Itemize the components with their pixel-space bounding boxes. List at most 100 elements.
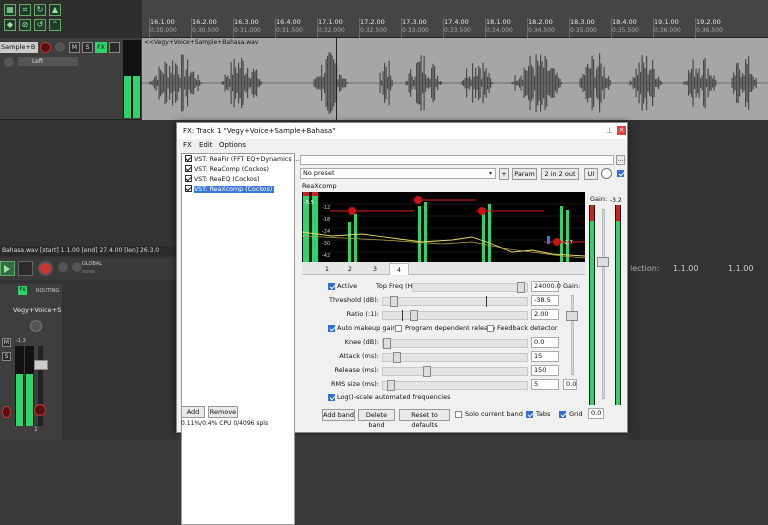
lock-icon[interactable]: ⊘ — [19, 19, 31, 31]
ratio-value[interactable]: 2.00 — [531, 309, 559, 320]
attack-value[interactable]: 15 — [531, 351, 559, 362]
param-button[interactable]: Param — [512, 168, 537, 180]
track-control-panel: Sample+B M S FX Left — [0, 38, 142, 120]
feedback-checkbox[interactable] — [487, 325, 494, 332]
mixer-arm-small[interactable] — [2, 406, 11, 418]
metronome-icon[interactable] — [72, 262, 82, 272]
top-freq-slider[interactable] — [412, 282, 528, 293]
threshold-slider[interactable] — [382, 296, 528, 307]
volume-knob[interactable] — [55, 42, 65, 52]
band-graph[interactable]: -12 -18 -24 -30 -42 -2.7 -5.5 — [302, 192, 585, 262]
route-selector[interactable]: Left — [18, 57, 78, 66]
plugin-item[interactable]: VST: ReaFir (FFT EQ+Dynamics ... — [185, 155, 300, 165]
track-env-button[interactable] — [109, 42, 120, 53]
ruler-measure-label: 17.1.00 — [318, 18, 343, 26]
track-fx-button[interactable]: FX — [95, 42, 107, 53]
bypass-checkbox[interactable] — [617, 170, 624, 177]
checkbox-icon[interactable] — [185, 175, 192, 182]
attack-slider[interactable] — [382, 352, 528, 363]
preset-dropdown[interactable]: No preset — [300, 168, 496, 179]
wet-knob[interactable] — [601, 168, 612, 179]
logscale-checkbox[interactable] — [328, 394, 335, 401]
program-release-checkbox[interactable] — [395, 325, 402, 332]
release-slider[interactable] — [382, 366, 528, 377]
plugin-item-selected[interactable]: VST: ReaXcomp (Cockos) — [185, 185, 275, 195]
mixer-fx-button[interactable]: FX — [18, 286, 27, 295]
ruler-time-label: 0:32.000 — [318, 27, 345, 34]
ratio-label: Ratio (:1): — [346, 310, 379, 318]
add-band-button[interactable]: Add band — [322, 409, 355, 421]
cycle-icon[interactable]: ↺ — [34, 19, 46, 31]
menu-options[interactable]: Options — [219, 141, 246, 149]
envelope-icon[interactable]: ◆ — [4, 19, 16, 31]
output-meter-right — [615, 205, 621, 405]
close-icon[interactable]: × — [617, 126, 626, 135]
snap-icon[interactable]: ⌗ — [19, 4, 31, 16]
band-tab-2[interactable]: 2 — [340, 263, 360, 275]
pin-icon[interactable]: ⊥ — [606, 126, 613, 135]
auto-makeup-checkbox[interactable] — [328, 325, 335, 332]
band-gain-slider[interactable] — [566, 311, 578, 321]
trim-icon[interactable]: ⌃ — [49, 19, 61, 31]
loop-icon[interactable]: ↻ — [34, 4, 46, 16]
band-tab-1[interactable]: 1 — [317, 263, 337, 275]
arrange-area[interactable]: <<Vegy+Voice+Sample+Bahasa.wav — [142, 38, 768, 120]
record-arm-button[interactable] — [40, 42, 51, 53]
mixer-fader[interactable] — [34, 360, 48, 370]
threshold-label: Threshold (dB): — [329, 296, 379, 304]
mixer-pan-knob[interactable] — [30, 320, 42, 332]
release-value[interactable]: 150 — [531, 365, 559, 376]
timeline-ruler[interactable]: 16.1.00 0:30.000 16.2.00 0:30.500 16.3.00 0:3… — [142, 0, 768, 38]
add-plugin-button[interactable]: Add — [181, 406, 205, 418]
checkbox-icon[interactable] — [185, 185, 192, 192]
band-tab-4[interactable]: 4 — [389, 263, 409, 275]
grid-icon[interactable]: ▦ — [4, 4, 16, 16]
track-mute-button[interactable]: M — [69, 42, 80, 53]
knee-slider[interactable] — [382, 338, 528, 349]
ripple-icon[interactable]: ▲ — [49, 4, 61, 16]
tabs-checkbox[interactable] — [526, 411, 533, 418]
plugin-item[interactable]: VST: ReaComp (Cockos) — [185, 165, 269, 175]
menu-fx[interactable]: FX — [183, 141, 192, 149]
solo-band-checkbox[interactable] — [455, 411, 462, 418]
threshold-value[interactable]: -38.5 — [531, 295, 559, 306]
routing-button[interactable]: ROUTING — [36, 288, 59, 294]
active-checkbox[interactable] — [328, 283, 335, 290]
reset-button[interactable]: Reset to defaults — [399, 409, 450, 429]
ratio-slider[interactable] — [382, 310, 528, 321]
pause-button[interactable] — [18, 261, 33, 276]
preset-add-button[interactable]: + — [499, 168, 509, 180]
checkbox-icon[interactable] — [185, 155, 192, 162]
repeat-icon[interactable] — [58, 262, 68, 272]
plugin-item[interactable]: VST: ReaEQ (Cockos) — [185, 175, 260, 185]
mixer-mute-button[interactable]: M — [2, 338, 11, 347]
mixer-arm-button[interactable] — [34, 404, 46, 416]
delete-band-button[interactable]: Delete band — [358, 409, 395, 429]
io-button[interactable]: 2 in 2 out — [541, 168, 579, 180]
top-freq-value[interactable]: 24000.0 — [531, 281, 561, 292]
band-tab-3[interactable]: 3 — [365, 263, 385, 275]
menu-edit[interactable]: Edit — [199, 141, 213, 149]
ui-button[interactable]: UI — [584, 168, 598, 180]
rms-value[interactable]: 5 — [531, 379, 559, 390]
output-gain-value[interactable]: 0.0 — [588, 408, 604, 419]
knee-value[interactable]: 0.0 — [531, 337, 559, 348]
grid-checkbox[interactable] — [559, 411, 566, 418]
ruler-time-label: 0:32.500 — [360, 27, 387, 34]
preset-name-bar — [300, 155, 614, 165]
mixer-track-name[interactable]: Vegy+Voice+Sa — [13, 306, 61, 314]
mixer-solo-button[interactable]: S — [2, 352, 11, 361]
pan-knob[interactable] — [4, 57, 14, 67]
ruler-measure-label: 18.3.00 — [570, 18, 595, 26]
band-gain-value[interactable]: 0.0 — [563, 379, 577, 390]
record-button[interactable] — [38, 261, 53, 276]
checkbox-icon[interactable] — [185, 165, 192, 172]
ruler-time-label: 0:30.000 — [150, 27, 177, 34]
more-button[interactable]: ... — [616, 155, 625, 165]
track-solo-button[interactable]: S — [82, 42, 93, 53]
track-name[interactable]: Sample+B — [0, 42, 38, 53]
remove-plugin-button[interactable]: Remove — [208, 406, 238, 418]
rms-slider[interactable] — [382, 380, 528, 391]
output-gain-slider[interactable] — [597, 257, 609, 267]
knee-label: Knee (dB): — [344, 338, 379, 346]
